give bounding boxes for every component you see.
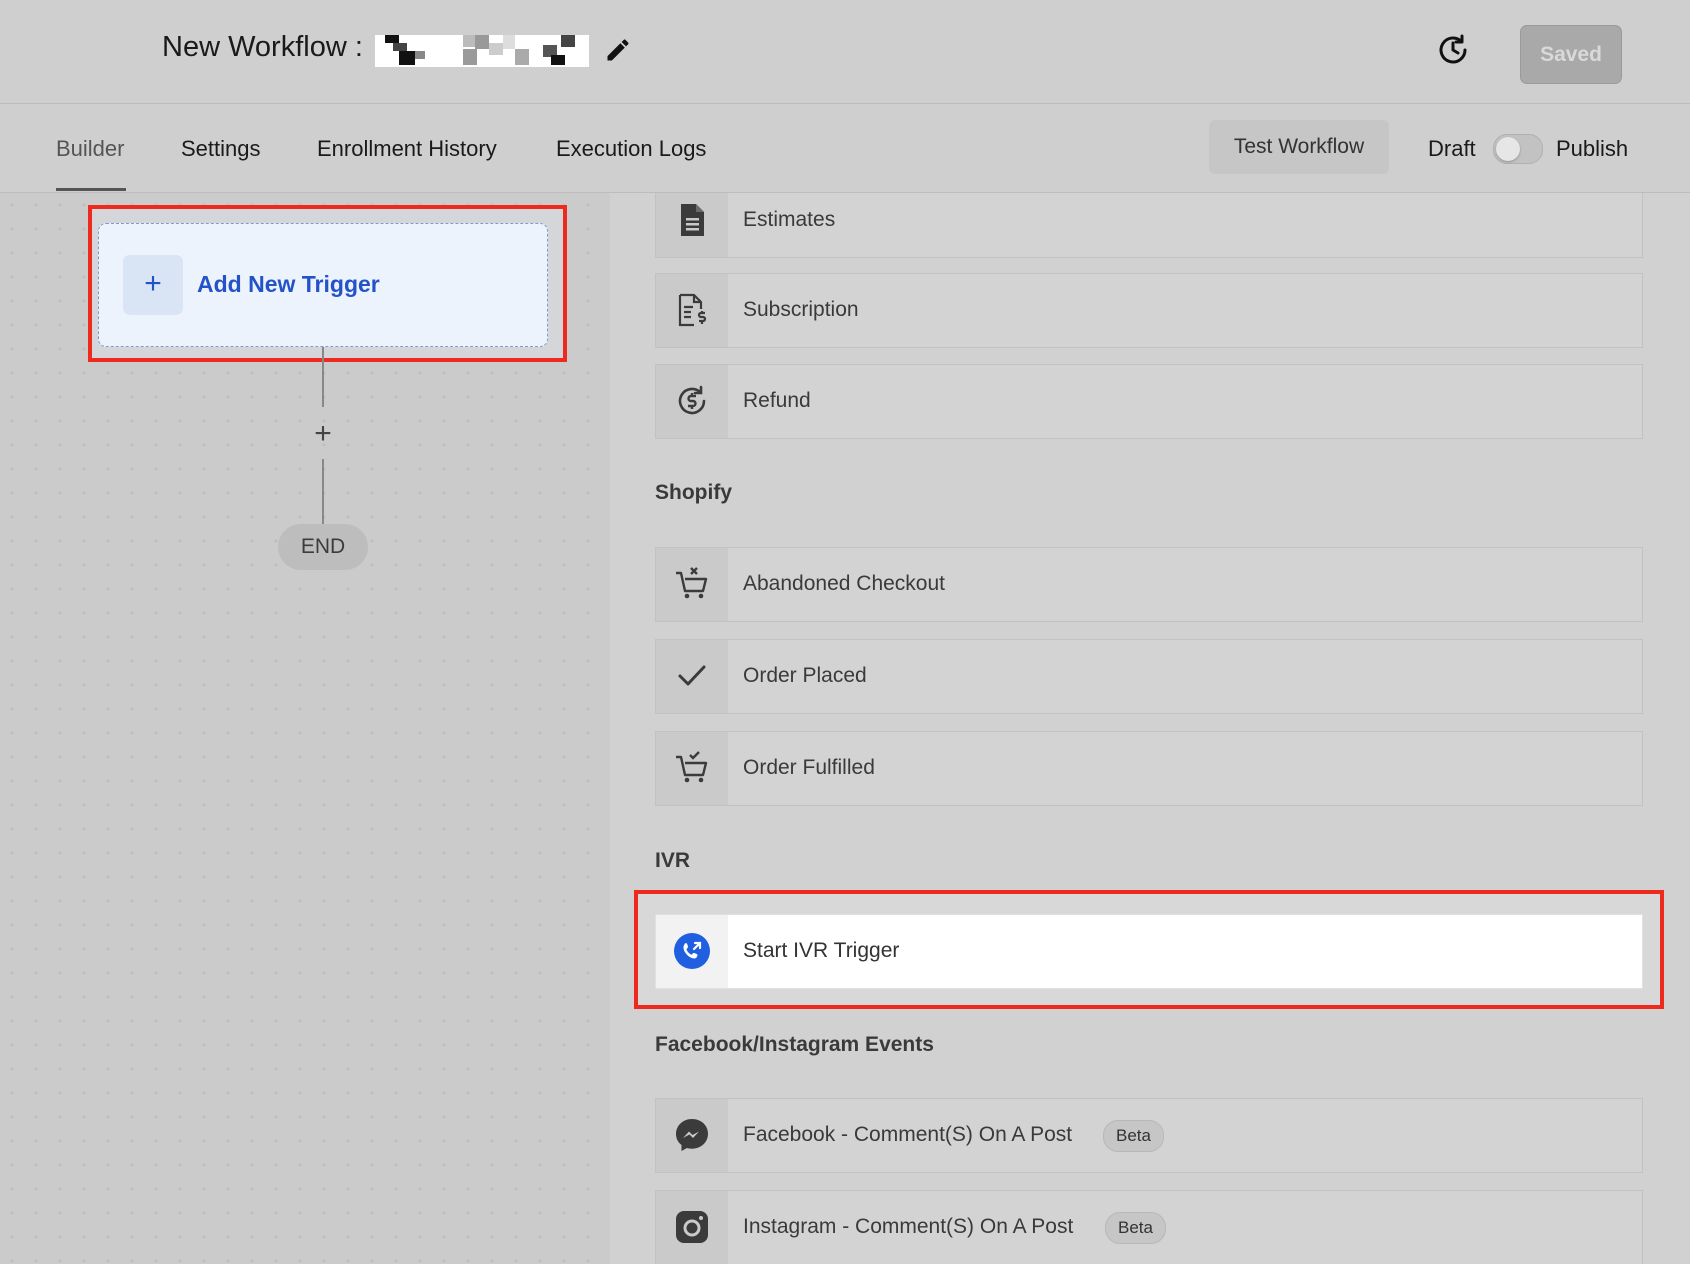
trigger-item-facebook-comment[interactable]: Facebook - Comment(S) On A Post Beta [655, 1098, 1643, 1173]
trigger-item-instagram-comment[interactable]: Instagram - Comment(S) On A Post Beta [655, 1190, 1643, 1264]
trigger-item-order-fulfilled[interactable]: Order Fulfilled [655, 731, 1643, 806]
section-heading-facebook-instagram: Facebook/Instagram Events [655, 1033, 934, 1056]
section-heading-ivr: IVR [655, 849, 691, 872]
cart-x-icon [656, 548, 728, 621]
cart-check-icon [656, 732, 728, 805]
beta-badge: Beta [1103, 1120, 1164, 1152]
trigger-list-panel: Estimates Subscription Refund Shopify Ab… [610, 193, 1690, 1264]
add-step-button[interactable]: + [308, 419, 338, 449]
refund-icon [656, 365, 728, 438]
trigger-item-label: Order Placed [743, 664, 867, 687]
document-icon [656, 193, 728, 257]
workflow-title: New Workflow : [162, 31, 363, 63]
instagram-icon [656, 1191, 728, 1264]
trigger-item-label: Start IVR Trigger [743, 939, 900, 962]
trigger-item-order-placed[interactable]: Order Placed [655, 639, 1643, 714]
trigger-item-estimates[interactable]: Estimates [655, 193, 1643, 258]
trigger-item-label: Estimates [743, 208, 836, 231]
trigger-item-start-ivr[interactable]: Start IVR Trigger [655, 914, 1643, 989]
trigger-item-subscription[interactable]: Subscription [655, 273, 1643, 348]
trigger-item-label: Subscription [743, 298, 859, 321]
plus-icon: + [123, 255, 183, 315]
connector-line [322, 347, 324, 407]
trigger-item-label: Refund [743, 389, 811, 412]
test-workflow-button[interactable]: Test Workflow [1209, 120, 1389, 174]
tab-execution-logs[interactable]: Execution Logs [556, 136, 706, 162]
add-new-trigger-label: Add New Trigger [197, 271, 380, 297]
publish-toggle[interactable] [1493, 134, 1543, 164]
draft-label: Draft [1428, 136, 1476, 161]
trigger-item-label: Instagram - Comment(S) On A Post [743, 1215, 1074, 1238]
history-icon[interactable] [1434, 31, 1472, 69]
tab-enrollment-history[interactable]: Enrollment History [317, 136, 497, 162]
messenger-icon [656, 1099, 728, 1172]
workflow-name-redacted [375, 35, 589, 67]
trigger-item-label: Abandoned Checkout [743, 572, 945, 595]
active-tab-indicator [56, 188, 126, 191]
tab-builder[interactable]: Builder [56, 136, 124, 162]
tab-settings[interactable]: Settings [181, 136, 261, 162]
phone-call-icon [656, 915, 728, 988]
connector-line [322, 459, 324, 524]
add-new-trigger-card[interactable]: + Add New Trigger [98, 223, 548, 347]
builder-canvas[interactable]: + Add New Trigger + END [0, 193, 610, 1264]
header-bar: New Workflow : Saved [0, 0, 1690, 104]
trigger-item-abandoned-checkout[interactable]: Abandoned Checkout [655, 547, 1643, 622]
publish-label: Publish [1556, 136, 1629, 161]
trigger-item-refund[interactable]: Refund [655, 364, 1643, 439]
trigger-item-label: Order Fulfilled [743, 756, 875, 779]
tab-bar: Builder Settings Enrollment History Exec… [0, 104, 1690, 193]
trigger-item-label: Facebook - Comment(S) On A Post [743, 1123, 1073, 1146]
beta-badge: Beta [1105, 1212, 1166, 1244]
toggle-knob [1496, 137, 1520, 161]
section-heading-shopify: Shopify [655, 481, 732, 504]
end-node: END [278, 524, 368, 570]
edit-pencil-icon[interactable] [604, 36, 632, 64]
saved-button[interactable]: Saved [1520, 25, 1622, 84]
invoice-dollar-icon [656, 274, 728, 347]
checkmark-icon [656, 640, 728, 713]
